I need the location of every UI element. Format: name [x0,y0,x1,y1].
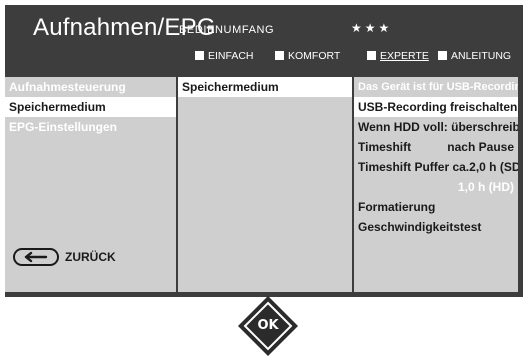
usb-info-text: Das Gerät ist für USB-Recording [358,81,518,93]
timeshift-option[interactable]: Timeshift nach Pause [354,137,518,157]
back-icon [13,248,59,266]
mode-indicator [367,51,376,60]
back-label: ZURÜCK [65,250,116,264]
mode-selector: EINFACH KOMFORT EXPERTE ANLEITUNG [5,45,523,67]
submenu-item-speichermedium[interactable]: Speichermedium [178,77,352,97]
timeshift-label: Timeshift [358,140,412,154]
mode-indicator [195,51,204,60]
buffer-sd-value: 2,0 h (SD) [469,160,518,174]
back-button[interactable]: ZURÜCK [13,247,116,267]
mode-anleitung[interactable]: ANLEITUNG [438,45,511,67]
settings-panel: Das Gerät ist für USB-Recording USB-Reco… [354,77,518,292]
menu-item-epg-einstellungen[interactable]: EPG-Einstellungen [5,117,176,137]
main-menu-panel: Aufnahmesteuerung Speichermedium EPG-Ein… [5,77,176,292]
hdd-full-option[interactable]: Wenn HDD voll: überschreiben [354,117,518,137]
mode-indicator [275,51,284,60]
mode-indicator [438,51,447,60]
mode-komfort[interactable]: KOMFORT [275,45,340,67]
ok-button[interactable]: OK [236,294,300,358]
level-stars: ★★★ [351,21,393,35]
speed-test-option[interactable]: Geschwindigkeitstest [354,217,518,237]
format-option[interactable]: Formatierung [354,197,518,217]
mode-einfach[interactable]: EINFACH [195,45,254,67]
operation-scope-label: BEDIENUMFANG [179,24,275,36]
buffer-label: Timeshift Puffer ca. [358,160,470,174]
ok-label: OK [257,318,279,333]
usb-unlock-option[interactable]: USB-Recording freischalten? [354,97,518,117]
menu-item-speichermedium[interactable]: Speichermedium [5,97,176,117]
submenu-panel: Speichermedium [178,77,352,292]
timeshift-value: nach Pause [447,140,514,154]
mode-experte[interactable]: EXPERTE [367,45,429,67]
buffer-info: Timeshift Puffer ca. 2,0 h (SD) [354,157,518,177]
buffer-hd-value: 1,0 h (HD) [457,180,514,194]
menu-item-aufnahmesteuerung[interactable]: Aufnahmesteuerung [5,77,176,97]
